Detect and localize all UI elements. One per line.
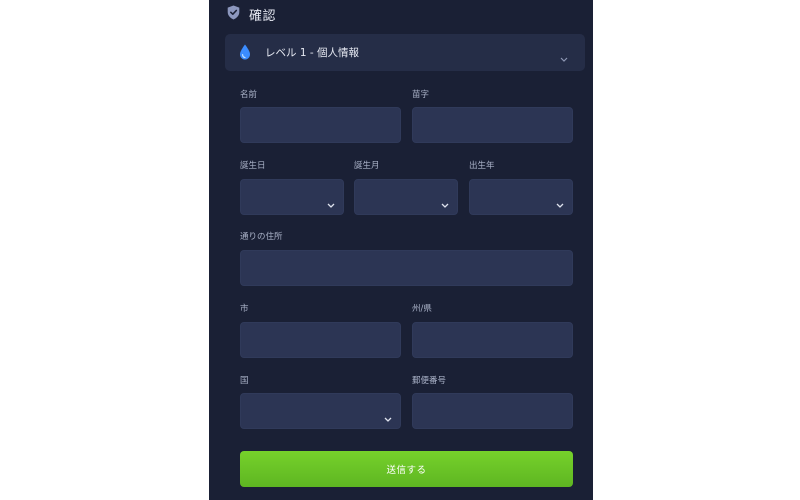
chevron-down-icon [327,194,335,213]
city-field[interactable] [240,322,401,358]
last-name-label: 苗字 [412,90,430,100]
postal-code-field[interactable] [412,393,573,429]
state-label: 州/県 [412,304,432,314]
chevron-down-icon[interactable] [560,48,568,67]
chevron-down-icon [384,408,392,427]
birth-day-select[interactable] [240,179,344,215]
birth-day-label: 誕生日 [240,161,266,171]
street-address-field[interactable] [240,250,573,286]
city-label: 市 [240,304,249,314]
first-name-field[interactable] [240,107,401,143]
level-1-accordion[interactable]: レベル 1 - 個人情報 [225,34,585,71]
last-name-field[interactable] [412,107,573,143]
birth-month-label: 誕生月 [354,161,380,171]
chevron-down-icon [441,194,449,213]
postal-code-label: 郵便番号 [412,376,447,386]
street-address-label: 通りの住所 [240,232,283,242]
country-select[interactable] [240,393,401,429]
birth-year-select[interactable] [469,179,573,215]
shield-check-icon [227,5,240,24]
submit-button[interactable]: 送信する [240,451,573,487]
page-title: 確認 [249,8,277,24]
kyc-panel: 確認 レベル 1 - 個人情報 名前 苗字 誕生日 誕生月 出生年 通りの住所 … [209,0,593,500]
section-title: レベル 1 - 個人情報 [265,47,359,59]
chevron-down-icon [556,194,564,213]
birth-year-label: 出生年 [469,161,495,171]
state-field[interactable] [412,322,573,358]
water-drop-icon [239,44,251,64]
verification-header: 確認 [227,4,276,24]
country-label: 国 [240,376,249,386]
birth-month-select[interactable] [354,179,458,215]
first-name-label: 名前 [240,90,258,100]
